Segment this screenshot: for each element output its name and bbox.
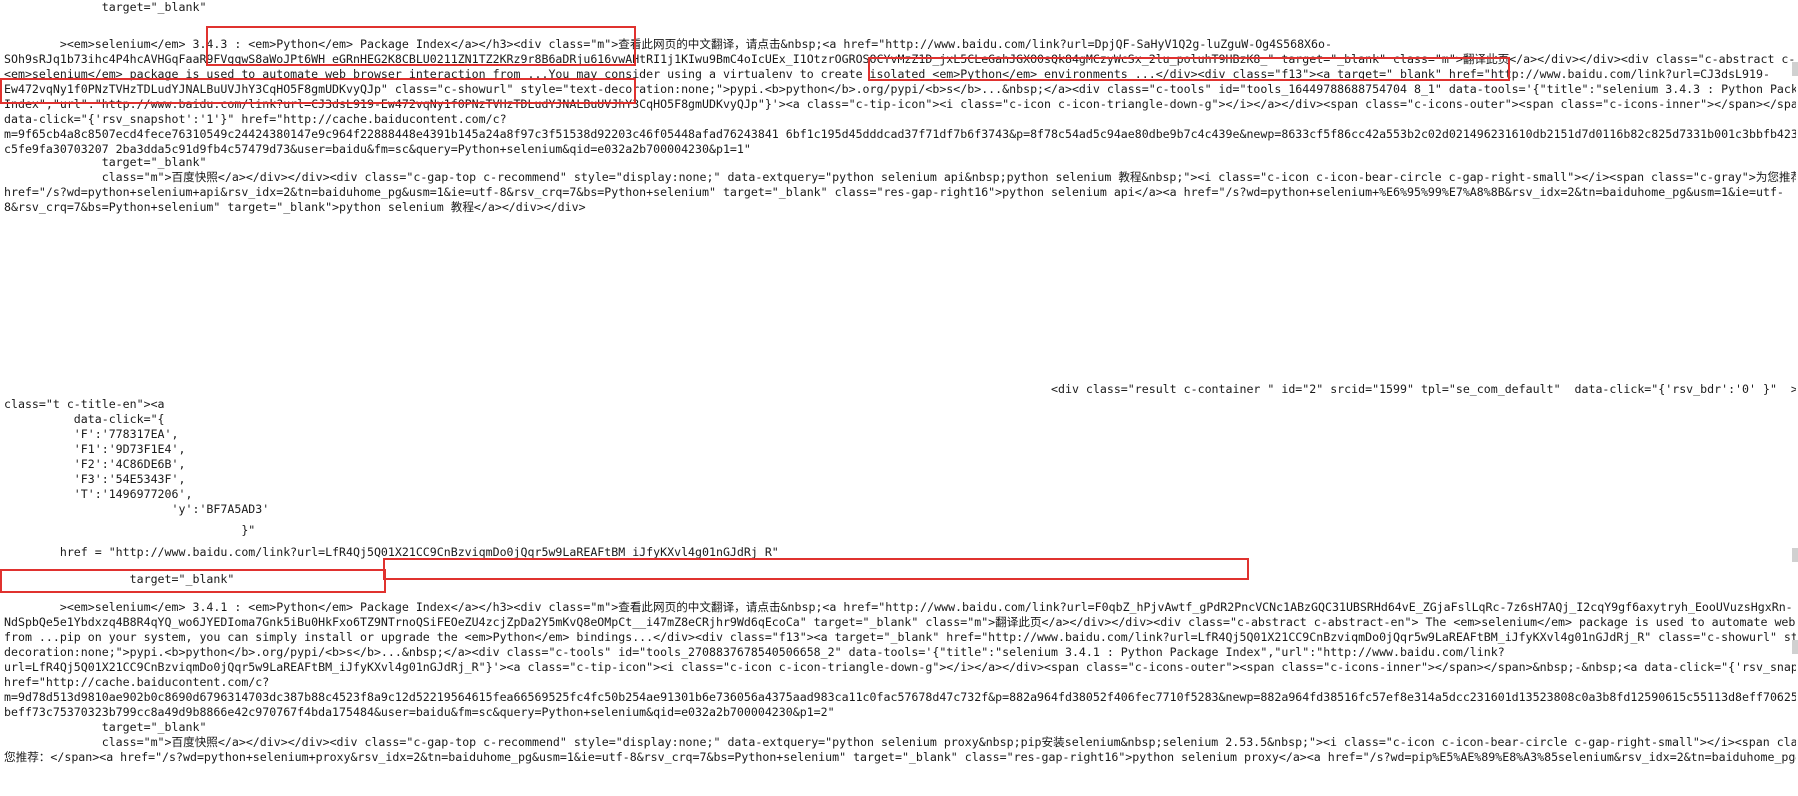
source-line: href="http://cache.baiducontent.com/c? xyxy=(4,675,270,689)
scrollbar-marker[interactable] xyxy=(1792,548,1798,562)
source-line: ><em>selenium</em> 3.4.1 : <em>Python</e… xyxy=(4,600,1793,614)
source-line: 您推荐：</span><a href="/s?wd=python+seleniu… xyxy=(4,750,1796,764)
source-line: m=9f65cb4a8c8507ecd4fece76310549c2442438… xyxy=(4,127,1796,141)
source-line: href="/s?wd=python+selenium+api&rsv_idx=… xyxy=(4,185,1784,199)
source-line: 'F3':'54E5343F', xyxy=(4,472,186,486)
annotation-box-title-1 xyxy=(206,26,636,66)
source-line: url=LfR4Qj5Q01X21CC9CnBzviqmDo0jQqr5w9La… xyxy=(4,660,1796,674)
source-line: decoration:none;">pypi.<b>python</b>.org… xyxy=(4,645,1505,659)
source-line: }" xyxy=(4,523,256,537)
source-line: beff73c75370323b799cc8a49d9b8866e42c9707… xyxy=(4,705,835,719)
source-line: m=9d78d513d9810ae902b0c8690d6796314703dc… xyxy=(4,690,1796,704)
source-line: 'F2':'4C86DE6B', xyxy=(4,457,186,471)
source-line: 8&rsv_crq=7&bs=Python+selenium" target="… xyxy=(4,200,586,214)
source-line: target="_blank" xyxy=(4,0,207,14)
source-line: target="_blank" xyxy=(4,155,207,169)
source-line: class="t c-title-en"><a xyxy=(4,397,165,411)
annotation-box-url-1 xyxy=(0,78,636,104)
scrollbar-marker[interactable] xyxy=(1792,640,1798,654)
source-line: 'F1':'9D73F1E4', xyxy=(4,442,186,456)
scrollbar-marker[interactable] xyxy=(1792,62,1798,76)
source-line: 'y':'BF7A5AD3' xyxy=(4,502,270,516)
source-line: NdSpbQe5e1Ybdxzq4B8R4qYQ_wo6JYEDIoma7Gnk… xyxy=(4,615,1796,629)
source-line: class="m">百度快照</a></div></div><div class… xyxy=(4,170,1796,184)
source-line: data-click="{'rsv_snapshot':'1'}" href="… xyxy=(4,112,507,126)
source-line: target="_blank" xyxy=(4,720,207,734)
source-line: class="m">百度快照</a></div></div><div class… xyxy=(4,735,1796,749)
source-line: 'T':'1496977206', xyxy=(4,487,193,501)
source-line: data-click="{ xyxy=(4,412,165,426)
annotation-box-tools-1 xyxy=(868,57,1510,81)
source-line: 'F':'778317EA', xyxy=(4,427,179,441)
annotation-box-url-2 xyxy=(0,569,386,593)
source-line: <div class="result c-container " id="2" … xyxy=(4,382,1796,396)
annotation-box-tools-2 xyxy=(383,558,1249,580)
source-line: from ...pip on your system, you can simp… xyxy=(4,630,1796,644)
